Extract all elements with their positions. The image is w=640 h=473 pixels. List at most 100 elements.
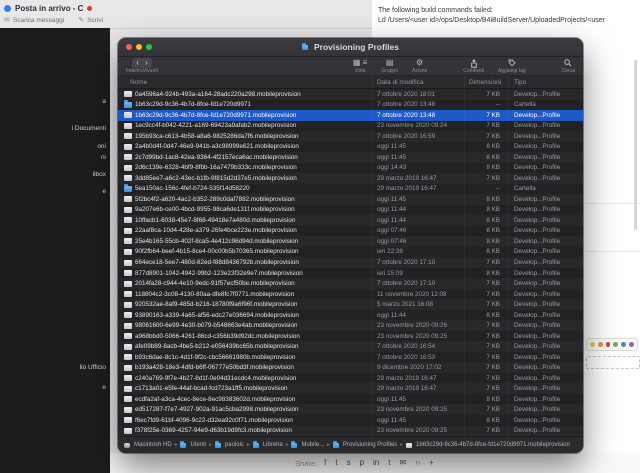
sidebar-item[interactable]: a <box>102 98 106 105</box>
emoji-icon[interactable] <box>629 342 634 347</box>
share-label: Condividi <box>463 67 484 74</box>
path-item[interactable]: Macintosh HD <box>124 442 172 448</box>
stumbleupon-icon[interactable]: s <box>347 458 351 468</box>
sidebar-item[interactable]: ilbox <box>93 171 106 178</box>
path-item[interactable]: Mobile... <box>291 441 324 448</box>
zoom-button[interactable] <box>146 44 152 50</box>
table-row[interactable]: ed517287-f7e7-4927-902a-91ac5cba2998.mob… <box>118 404 583 415</box>
path-item-label: Provisioning Profiles <box>342 442 398 448</box>
table-row[interactable]: 0a4596a4-924b-493a-a164-28adc220a298.mob… <box>118 89 583 100</box>
sidebar-item[interactable]: ni <box>101 154 106 161</box>
table-row[interactable]: c240a769-9f7e-4b27-8d1f-0e04d31ecdc4.mob… <box>118 372 583 384</box>
path-item[interactable]: Provisioning Profiles <box>332 441 398 448</box>
facebook-icon[interactable]: f <box>324 458 326 468</box>
table-row[interactable]: f6ec7fd9-61bf-4096-9c22-d32ea92c0f71.mob… <box>118 414 583 426</box>
whatsapp-icon[interactable]: ○ <box>415 458 420 468</box>
file-size: 8 KB <box>465 246 509 258</box>
emoji-icon[interactable] <box>605 342 611 347</box>
table-row[interactable]: c1713a01-e5fe-44af-bcad-fcd723a1ff5.mobi… <box>118 383 583 394</box>
close-button[interactable] <box>126 44 132 50</box>
forward-icon[interactable]: › <box>145 59 148 67</box>
sidebar-item[interactable]: i Documenti <box>72 125 106 132</box>
folder-icon <box>214 441 221 448</box>
window-titlebar[interactable]: Provisioning Profiles <box>118 38 583 57</box>
action-button[interactable]: ⚙ Azione <box>412 59 427 74</box>
table-row[interactable]: ecdfa2af-a3ca-4cec-8ece-8ec98383602d.mob… <box>118 393 583 405</box>
attachment-dropzone[interactable] <box>586 356 640 369</box>
emoji-toolbar[interactable] <box>586 338 638 351</box>
table-row[interactable]: afe09b89-8acb-4be5-b212-e056439bc65b.mob… <box>118 341 583 352</box>
emoji-icon[interactable] <box>597 342 603 347</box>
table-row[interactable]: 25e4b165-55cb-402f-8ca5-4e412c96d94d.mob… <box>118 236 583 247</box>
table-row[interactable]: 877d8901-1042-4942-99b2-123e23f32e9e7.mo… <box>118 267 583 279</box>
back-icon[interactable]: ‹ <box>136 59 139 67</box>
sidebar-item[interactable]: e <box>102 384 106 391</box>
twitter-icon[interactable]: t <box>335 458 337 468</box>
view-button[interactable]: ▦ ≡ Vista <box>353 59 367 74</box>
table-row[interactable]: 920532ae-8af9-485d-b216-18780f9a6f96f.mo… <box>118 299 583 310</box>
table-row[interactable]: 2c7d99bd-1ac8-42ea-9364-4f2157eca6ac.mob… <box>118 152 583 163</box>
bottom-strip: Share: f t s p in t ✉ ○ + <box>110 453 640 473</box>
table-row[interactable]: b193a428-18e3-4dfd-b6ff-06777e50bd3f.mob… <box>118 362 583 373</box>
sidebar-item[interactable]: lio Ufficio <box>80 364 106 371</box>
file-name: 2c7d99bd-1ac8-42ea-9364-4f2157eca6ac.mob… <box>135 153 298 161</box>
table-row[interactable]: b93c6dae-8c1c-4d1f-9f2c-cbc56661980b.mob… <box>118 351 583 363</box>
path-item[interactable]: paoloic <box>214 441 244 448</box>
emoji-icon[interactable] <box>621 342 627 347</box>
email-icon[interactable]: ✉ <box>400 458 407 468</box>
table-row[interactable]: a968bbd0-5066-4261-86cd-c356b39d92dc.mob… <box>118 330 583 342</box>
path-item[interactable]: Utenti <box>180 441 206 448</box>
path-item[interactable]: 1b63c29d-9c36-4b7d-8fce-fd1e720d9971.mob… <box>406 442 570 448</box>
table-row[interactable]: 93890163-a339-4a65-af56-edc27e036694.mob… <box>118 309 583 321</box>
table-row[interactable]: 195b93ca-c613-4b58-a8a6-9825286da7f6.mob… <box>118 131 583 142</box>
table-row[interactable]: 118804c2-3c08-4130-80aa-dfe8fc7f0771.mob… <box>118 288 583 300</box>
more-icon[interactable]: + <box>429 458 434 468</box>
emoji-icon[interactable] <box>613 342 619 347</box>
column-header-date[interactable]: Data di modifica <box>373 76 465 88</box>
table-row[interactable]: 22aaf8ca-10d4-428e-a379-26fe4bce223e.mob… <box>118 225 583 237</box>
table-row[interactable]: 9a207e6b-ce00-4bcd-9955-98ca6de131f.mobi… <box>118 204 583 216</box>
table-row[interactable]: 3dd85ee7-a6c2-43ec-b1fb-9f815d2d37e5.mob… <box>118 173 583 184</box>
table-row[interactable]: 664ece18-5ee7-480d-82ed-f88d8436792b.mob… <box>118 257 583 268</box>
table-row[interactable]: f378f25e-0369-4257-94e9-d63b19d9fc3.mobi… <box>118 425 583 436</box>
sidebar-item[interactable]: oni <box>97 143 106 150</box>
table-row[interactable]: 98061600-6e99-4e30-b079-b548663e4ab.mobi… <box>118 320 583 331</box>
table-row[interactable]: 90f2fb64-beef-4b15-8ce4-00c00b5b70365.mo… <box>118 246 583 258</box>
back-forward-buttons[interactable]: ‹ › Indietro/Avanti <box>126 58 158 74</box>
minimize-button[interactable] <box>136 44 142 50</box>
file-name: 195b93ca-c613-4b58-a8a6-9825286da7f6.mob… <box>135 132 299 140</box>
sidebar-item[interactable]: e <box>102 188 106 195</box>
emoji-icon[interactable] <box>590 342 595 347</box>
table-row[interactable]: 2a4b0d4f-0d47-46e9-941b-a3c98999e621.mob… <box>118 141 583 153</box>
compose-button[interactable]: ✎ Scrivi <box>78 16 103 25</box>
table-row[interactable]: 2014fa28-c944-4e10-9edc-91f57ecf50be.mob… <box>118 278 583 289</box>
page-scrollbar[interactable] <box>634 60 637 230</box>
file-name: 10ffacb1-6038-45e7-8f68-49418e7a480d.mob… <box>135 216 296 224</box>
file-icon <box>124 417 132 424</box>
column-header-size[interactable]: Dimensioni <box>465 76 509 88</box>
file-size: 8 KB <box>465 309 509 321</box>
table-row[interactable]: 1ec9cc4f-b042-4221-a169-69423a9afab2.mob… <box>118 120 583 132</box>
path-item[interactable]: Libreria <box>252 441 283 448</box>
file-date: 29 marzo 2019 16:47 <box>373 173 465 184</box>
file-name: 9a207e6b-ce00-4bcd-9955-98ca6de131f.mobi… <box>135 206 295 214</box>
tags-button[interactable]: Aggiungi tag <box>498 59 526 74</box>
column-header-name[interactable]: Nome <box>118 76 373 88</box>
divider <box>586 251 640 252</box>
file-date: oggi 07:46 <box>373 236 465 247</box>
get-messages-button[interactable]: ✉ Scarica messaggi <box>4 16 64 25</box>
table-row[interactable]: 5ea150ac-156c-4fef-b724-535f14d58220 29 m… <box>118 183 583 195</box>
table-row[interactable]: 1b63c29d-9c36-4b7d-8fce-fd1e720d9971 7 ot… <box>118 99 583 111</box>
linkedin-icon[interactable]: in <box>373 458 379 468</box>
search-button[interactable]: Cerca <box>562 59 575 74</box>
group-button[interactable]: ▤ Gruppo <box>381 59 398 74</box>
table-row[interactable]: 2d6c139e-6328-4bf9-8fbb-16a7479b333c.mob… <box>118 162 583 174</box>
table-row[interactable]: 5f2bc4f2-a620-4ac2-b352-289c0daf7882.mob… <box>118 194 583 205</box>
tumblr-icon[interactable]: t <box>388 458 390 468</box>
share-button[interactable]: Condividi <box>463 58 484 74</box>
file-type: Develop...Profile <box>514 427 561 435</box>
table-row[interactable]: 1b63c29d-9c36-4b7d-8fce-fd1e720d9971.mob… <box>118 110 583 121</box>
pinterest-icon[interactable]: p <box>360 458 364 468</box>
table-row[interactable]: 10ffacb1-6038-45e7-8f68-49418e7a480d.mob… <box>118 215 583 226</box>
column-header-type[interactable]: Tipo <box>509 76 583 88</box>
